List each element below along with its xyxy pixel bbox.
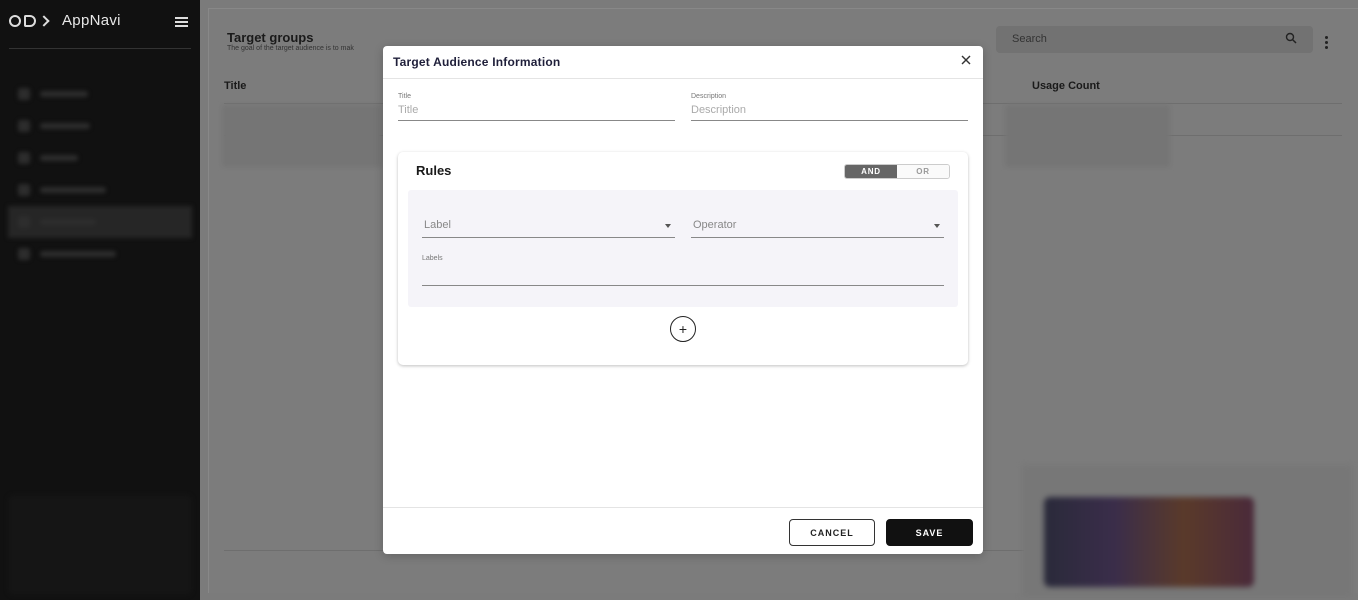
search-placeholder: Search [1012, 33, 1047, 45]
appnavi-logo-icon [9, 14, 50, 27]
column-header-usage-count[interactable]: Usage Count [1032, 80, 1100, 92]
plus-icon: + [678, 321, 688, 337]
sidebar-item-target-groups[interactable] [8, 206, 192, 238]
modal-header: Target Audience Information [383, 46, 983, 79]
toggle-or-button[interactable]: OR [897, 165, 949, 178]
sidebar-divider [9, 48, 191, 49]
cancel-button[interactable]: CANCEL [789, 519, 875, 546]
video-preview[interactable] [1022, 465, 1352, 597]
search-icon[interactable] [1285, 32, 1297, 44]
label-select[interactable]: Label [422, 216, 675, 238]
title-input[interactable] [398, 103, 675, 121]
chevron-down-icon [665, 224, 671, 228]
and-or-toggle: AND OR [844, 164, 950, 179]
add-rule-button[interactable]: + [670, 316, 696, 342]
page-title: Target groups [227, 30, 314, 45]
table-row-cells [1005, 105, 1170, 167]
modal-title: Target Audience Information [393, 55, 561, 69]
title-field: Title [398, 93, 675, 121]
description-field-label: Description [691, 93, 727, 100]
sidebar-user-panel[interactable] [8, 495, 192, 595]
sidebar-item[interactable] [0, 78, 200, 110]
toggle-and-button[interactable]: AND [845, 165, 897, 178]
sidebar-item[interactable] [0, 142, 200, 174]
labels-input[interactable] [422, 268, 944, 286]
labels-field-label: Labels [422, 255, 443, 262]
operator-select[interactable]: Operator [691, 216, 944, 238]
close-icon[interactable] [960, 54, 972, 66]
rules-card: Rules AND OR Label Operator Labels + [398, 152, 968, 365]
save-button[interactable]: SAVE [886, 519, 973, 546]
title-field-label: Title [398, 93, 411, 100]
sidebar-item[interactable] [0, 238, 200, 270]
menu-icon[interactable] [175, 17, 188, 29]
sidebar-nav [0, 78, 200, 270]
label-select-value: Label [424, 219, 451, 231]
table-row[interactable] [222, 105, 382, 167]
modal-footer: CANCEL SAVE [383, 507, 983, 554]
app-logo[interactable]: AppNavi [9, 12, 121, 29]
page-subtitle: The goal of the target audience is to ma… [227, 45, 354, 52]
rules-heading: Rules [416, 163, 452, 178]
more-options-icon[interactable] [1325, 36, 1329, 51]
sidebar: AppNavi [0, 0, 200, 600]
sidebar-item[interactable] [0, 174, 200, 206]
rule-row: Label Operator Labels [408, 190, 958, 307]
description-input[interactable] [691, 103, 968, 121]
operator-select-value: Operator [693, 219, 737, 231]
column-header-title[interactable]: Title [224, 80, 246, 92]
target-audience-modal: Target Audience Information Title Descri… [383, 46, 983, 554]
chevron-down-icon [934, 224, 940, 228]
search-input[interactable]: Search [996, 26, 1313, 53]
sidebar-item[interactable] [0, 110, 200, 142]
app-name: AppNavi [62, 12, 121, 29]
description-field: Description [691, 93, 968, 121]
